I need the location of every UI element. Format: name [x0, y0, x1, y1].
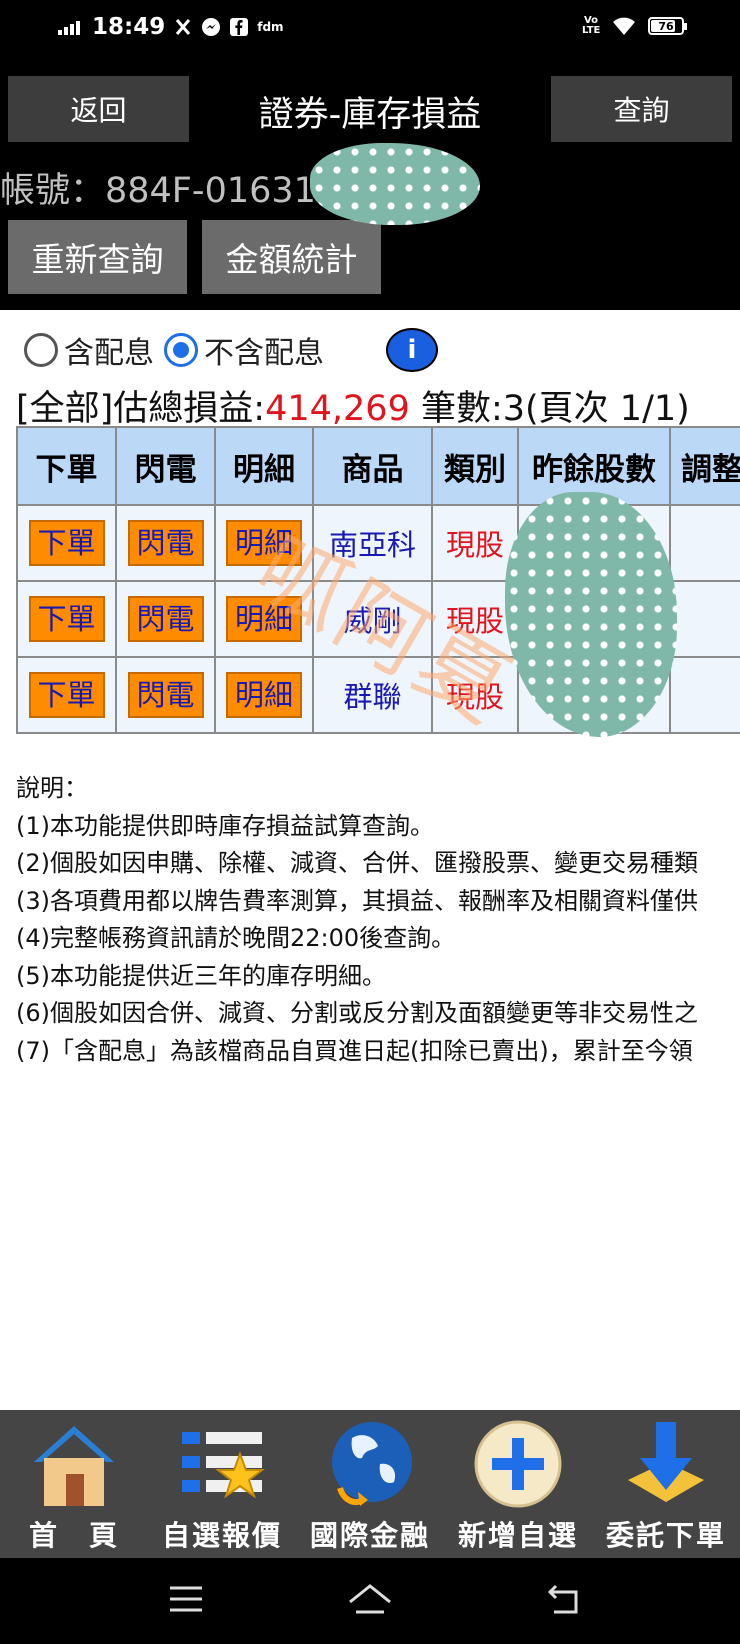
flash-order-button[interactable]: 閃電: [127, 596, 204, 642]
col-detail: 明細: [214, 426, 314, 506]
back-button[interactable]: 返回: [8, 76, 189, 142]
nav-place-order-label: 委託下單: [605, 1519, 726, 1552]
back-icon[interactable]: [546, 1582, 582, 1616]
battery-icon: 76: [648, 17, 687, 35]
col-flash: 閃電: [115, 426, 216, 506]
page-title: 證券-庫存損益: [258, 95, 482, 135]
info-button[interactable]: i: [386, 328, 438, 372]
summary-suffix: 筆數:3(頁次 1/1): [409, 389, 690, 429]
note-item: (5)本功能提供近三年的庫存明細。: [16, 961, 386, 990]
redaction-blob: [310, 143, 480, 225]
carrier-text: fdm: [257, 20, 284, 34]
messenger-icon: [202, 18, 221, 36]
note-item: (6)個股如因合併、減資、分割或反分割及面額變更等非交易性之: [16, 999, 698, 1027]
order-button[interactable]: 下單: [28, 596, 105, 642]
add-icon: [474, 1420, 562, 1508]
col-order: 下單: [16, 426, 117, 506]
trade-kind: 現股: [431, 504, 519, 582]
home-icon[interactable]: [346, 1582, 394, 1618]
nav-place-order[interactable]: 委託下單: [592, 1410, 740, 1558]
note-item: (2)個股如因申購、除權、減資、合併、匯撥股票、變更交易種類: [16, 849, 698, 877]
note-item: (4)完整帳務資訊請於晚間22:00後查詢。: [16, 924, 456, 952]
volte-indicator: Vo LTE: [582, 15, 601, 36]
signal-icon: [58, 19, 80, 35]
notes-section: 說明： (1)本功能提供即時庫存損益試算查詢。 (2)個股如因申購、除權、減資、…: [16, 770, 740, 1070]
nav-international[interactable]: 國際金融: [296, 1410, 444, 1558]
requery-button[interactable]: 重新查詢: [8, 220, 187, 294]
nav-add-watch[interactable]: 新增自選: [444, 1410, 592, 1558]
adjust-value: (: [669, 580, 740, 658]
with-dividend-radio[interactable]: [24, 333, 58, 367]
nav-international-label: 國際金融: [309, 1519, 430, 1552]
profit-summary: [全部]估總損益:414,269 筆數:3(頁次 1/1): [16, 380, 690, 431]
order-button[interactable]: 下單: [28, 672, 105, 718]
note-item: (3)各項費用都以牌告費率測算，其損益、報酬率及相關資料僅供: [16, 886, 698, 915]
watchlist-icon: [182, 1432, 265, 1499]
globe-icon: [332, 1422, 412, 1506]
clock: 18:49: [92, 14, 166, 40]
without-dividend-radio[interactable]: [164, 333, 198, 367]
x-icon: [176, 19, 191, 35]
account-number: 帳號：884F-01631: [0, 171, 316, 211]
dividend-options: 含配息 不含配息: [24, 328, 334, 372]
adjust-value: (: [669, 656, 740, 734]
order-download-icon: [628, 1422, 704, 1502]
note-item: (7)「含配息」為該檔商品自買進日起(扣除已賣出)，累計至今領: [16, 1036, 693, 1065]
facebook-icon: [230, 18, 249, 36]
without-dividend-label[interactable]: 不含配息: [204, 328, 324, 372]
amount-stats-button[interactable]: 金額統計: [202, 220, 381, 294]
note-item: (1)本功能提供即時庫存損益試算查詢。: [16, 811, 434, 840]
col-product: 商品: [312, 426, 433, 506]
flash-order-button[interactable]: 閃電: [127, 520, 204, 566]
status-right: Vo LTE 76: [582, 15, 687, 36]
order-button[interactable]: 下單: [28, 520, 105, 566]
notes-title: 說明：: [16, 774, 88, 802]
nav-home-label: 首 頁: [28, 1519, 119, 1552]
col-kind: 類別: [431, 426, 519, 506]
detail-button[interactable]: 明細: [226, 672, 302, 718]
wifi-icon: [613, 17, 635, 35]
table-header-row: 下單 閃電 明細 商品 類別 昨餘股數 調整: [16, 426, 740, 506]
nav-watchlist-label: 自選報價: [161, 1519, 282, 1552]
total-profit: 414,269: [265, 389, 410, 429]
flash-order-button[interactable]: 閃電: [127, 672, 204, 718]
summary-prefix: [全部]估總損益:: [16, 389, 266, 429]
col-adjust: 調整: [669, 426, 740, 506]
nav-home[interactable]: 首 頁: [0, 1410, 148, 1558]
adjust-value: (: [669, 504, 740, 582]
status-left: 18:49 fdm: [58, 14, 284, 40]
system-nav-bar: [0, 1558, 740, 1644]
nav-watchlist[interactable]: 自選報價: [148, 1410, 296, 1558]
bottom-nav: 首 頁 自選報價 國際金融 新增自選 委託下單: [0, 1410, 740, 1558]
status-bar: 18:49 fdm Vo LTE 76: [0, 0, 740, 62]
nav-add-watch-label: 新增自選: [457, 1519, 578, 1552]
menu-icon[interactable]: [168, 1582, 204, 1616]
query-button[interactable]: 查詢: [551, 76, 732, 142]
with-dividend-label[interactable]: 含配息: [64, 328, 154, 372]
home-icon: [34, 1426, 114, 1506]
